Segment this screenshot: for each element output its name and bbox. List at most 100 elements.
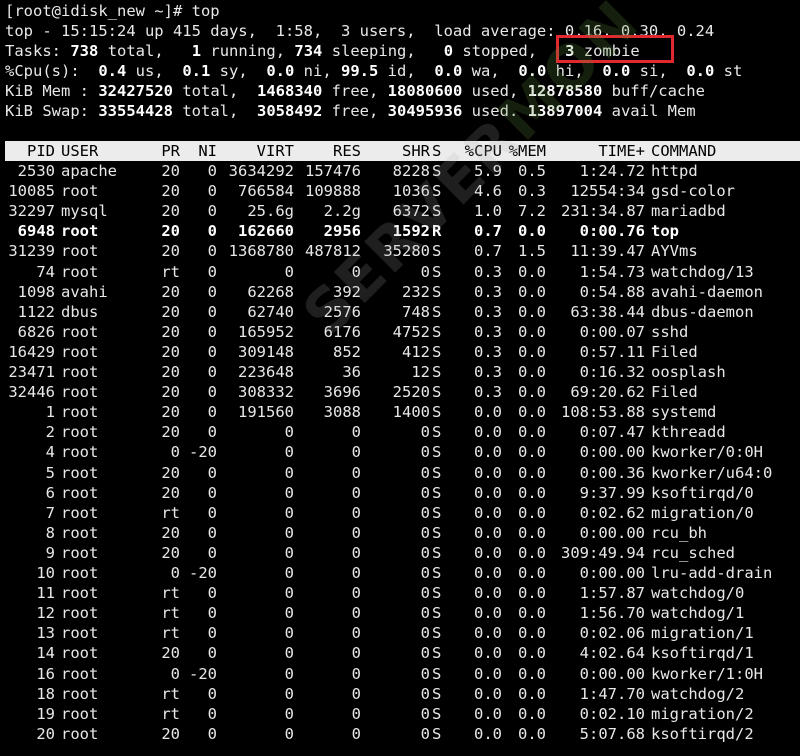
cell-mem: 0.0 [518,724,546,743]
cell-pr: 20 [161,342,180,361]
table-row[interactable]: 5 root 20 0 0 0 0 S 0.0 0.0 0:00.36 kworker/u64:0 [5,463,800,483]
col-header-shr[interactable]: SHR [362,141,430,161]
cell-res: 3088 [323,403,361,422]
col-header-ni[interactable]: NI [182,141,217,161]
cell-mem: 0.0 [518,443,546,462]
cell-state: S [432,584,442,603]
cell-mem: 0.0 [518,604,546,623]
cell-res: 157476 [305,162,361,180]
cell-ni: 0 [207,162,217,180]
cell-mem: 0.0 [518,624,546,643]
cell-pr: 20 [161,302,180,321]
table-row[interactable]: 32446 root 20 0 308332 3696 2520 S 0.3 0.0 69:20.6… [5,382,800,402]
tasks-sleeping-label: sleeping, [331,42,416,60]
table-row[interactable]: 18 root rt 0 0 0 0 S 0.0 0.0 1:47.70 watchdog/2 [5,684,800,704]
cell-virt: 165952 [238,322,294,341]
cell-mem: 0.0 [518,262,546,281]
cell-cpu: 0.3 [474,322,502,341]
cell-time: 0:00.36 [579,463,645,482]
table-row[interactable]: 4 root 0 -20 0 0 0 S 0.0 0.0 0:00.00 kworker/0:0H [5,442,800,462]
cell-shr: 0 [420,724,430,743]
cell-mem: 0.0 [518,403,546,422]
cell-res: 36 [342,363,361,381]
cell-mem: 0.0 [518,483,546,502]
cell-user: root [61,403,99,422]
cell-command: kthreadd [651,423,726,442]
cell-pid: 1 [45,403,55,422]
cell-state: S [432,684,442,703]
cell-pr: 20 [161,543,180,562]
col-header-virt[interactable]: VIRT [220,141,294,161]
cell-res: 0 [351,704,361,723]
table-row[interactable]: 16429 root 20 0 309148 852 412 S 0.3 0.0 0:57.11 Fi… [5,342,800,362]
cell-res: 0 [351,684,361,703]
col-header-pid[interactable]: PID [5,141,55,161]
cell-user: root [61,463,99,482]
cell-ni: 0 [207,423,217,442]
table-row[interactable]: 1 root 20 0 191560 3088 1400 S 0.0 0.0 108:53.88 sy… [5,402,800,422]
cell-user: apache [61,162,117,180]
process-table-header[interactable]: PID USER PR NI VIRT RES SHR S %CPU %MEM … [5,141,800,161]
cell-user: root [61,443,99,462]
table-row[interactable]: 9 root 20 0 0 0 0 S 0.0 0.0 309:49.94 rcu_sched [5,543,800,563]
cell-cpu: 0.0 [474,483,502,502]
table-row[interactable]: 6 root 20 0 0 0 0 S 0.0 0.0 9:37.99 ksoftirqd/0 [5,483,800,503]
cell-ni: 0 [207,624,217,643]
cell-pid: 1122 [17,302,55,321]
cell-virt: 0 [284,463,294,482]
table-row[interactable]: 13 root rt 0 0 0 0 S 0.0 0.0 0:02.06 migration/1 [5,623,800,643]
cell-mem: 0.0 [518,463,546,482]
cell-user: root [61,242,99,261]
table-row[interactable]: 8 root 20 0 0 0 0 S 0.0 0.0 0:00.00 rcu_bh [5,523,800,543]
table-row[interactable]: 10 root 0 -20 0 0 0 S 0.0 0.0 0:00.00 lru-add-drain [5,563,800,583]
table-row[interactable]: 19 root rt 0 0 0 0 S 0.0 0.0 0:02.10 migration/2 [5,704,800,724]
cell-ni: 0 [207,503,217,522]
cpu-label: %Cpu(s): [5,62,80,80]
cell-virt: 308332 [238,383,294,402]
cell-cpu: 0.0 [474,584,502,603]
table-row[interactable]: 11 root rt 0 0 0 0 S 0.0 0.0 1:57.87 watchdog/0 [5,583,800,603]
cell-shr: 0 [420,443,430,462]
table-row[interactable]: 2530 apache 20 0 3634292 157476 8228 S 5.9 0.5 1:2… [5,161,800,181]
table-row[interactable]: 7 root rt 0 0 0 0 S 0.0 0.0 0:02.62 migration/0 [5,503,800,523]
col-header-time[interactable]: TIME+ [550,141,645,161]
col-header-res[interactable]: RES [295,141,361,161]
cell-command: dbus-daemon [651,302,754,321]
cell-shr: 0 [420,644,430,663]
cell-state: S [432,664,442,683]
cpu-ni: 0.0 [266,62,295,80]
cell-shr: 0 [420,664,430,683]
cell-pid: 2 [45,423,55,442]
table-row[interactable]: 1122 dbus 20 0 62740 2576 748 S 0.3 0.0 63:38.44 db… [5,302,800,322]
cell-pid: 6 [45,483,55,502]
cell-cpu: 0.0 [474,463,502,482]
cell-pid: 74 [36,262,55,281]
cell-command: watchdog/2 [651,684,745,703]
cell-pr: 20 [161,403,180,422]
col-header-user[interactable]: USER [61,141,131,161]
cell-ni: 0 [207,242,217,261]
cell-ni: 0 [207,282,217,301]
cell-command: kworker/1:0H [651,664,763,683]
col-header-pr[interactable]: PR [135,141,180,161]
cell-cpu: 0.0 [474,724,502,743]
cell-pr: rt [161,604,180,623]
cell-shr: 0 [420,684,430,703]
cell-ni: 0 [207,644,217,663]
terminal-window[interactable]: [root@idisk_new ~]# top top - 15:15:24 u… [0,0,800,756]
cell-mem: 0.0 [518,423,546,442]
cell-command: rcu_sched [651,543,735,562]
col-header-command[interactable]: COMMAND [651,141,800,161]
table-row[interactable]: 6826 root 20 0 165952 6176 4752 S 0.3 0.0 0:00.07 s… [5,322,800,342]
table-row[interactable]: 2 root 20 0 0 0 0 S 0.0 0.0 0:07.47 kthreadd [5,422,800,442]
table-row[interactable]: 12 root rt 0 0 0 0 S 0.0 0.0 1:56.70 watchdog/1 [5,603,800,623]
cell-time: 1:57.87 [579,584,645,603]
table-row[interactable]: 23471 root 20 0 223648 36 12 S 0.3 0.0 0:16.32 oosp… [5,362,800,382]
cell-ni: 0 [207,222,217,241]
table-row[interactable]: 20 root 20 0 0 0 0 S 0.0 0.0 5:07.68 ksoftirqd/2 [5,724,800,744]
cell-shr: 0 [420,624,430,643]
table-row[interactable]: 16 root 0 -20 0 0 0 S 0.0 0.0 0:00.00 kworker/1:0H [5,664,800,684]
table-row[interactable]: 14 root 20 0 0 0 0 S 0.0 0.0 4:02.64 ksoftirqd/1 [5,643,800,663]
cell-mem: 0.0 [518,302,546,321]
cell-ni: 0 [207,684,217,703]
